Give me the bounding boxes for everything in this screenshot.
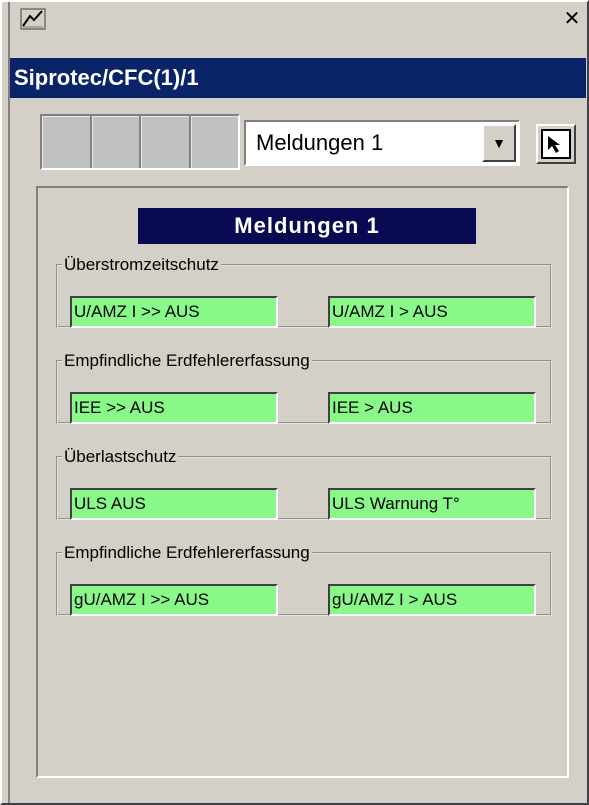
segment-button-group [40,114,240,170]
group-empfindliche-erdfehlererfassung: Empfindliche Erdfehlererfassung IEE >> A… [56,352,552,424]
indicator-field: gU/AMZ I > AUS [328,584,536,616]
view-select-value: Meldungen 1 [256,130,384,155]
pointer-frame-icon [541,129,571,159]
indicator-field: IEE >> AUS [70,392,278,424]
application-window: ✕ Siprotec/CFC(1)/1 Meldungen 1 ▼ Meldun… [0,0,589,805]
messages-view: Meldungen 1 Überstromzeitschutz U/AMZ I … [36,186,569,778]
indicator-field: ULS Warnung T° [328,488,536,520]
group-label: Empfindliche Erdfehlererfassung [64,543,310,562]
indicator-field: ULS AUS [70,488,278,520]
indicator-field: U/AMZ I >> AUS [70,296,278,328]
indicator-field: gU/AMZ I >> AUS [70,584,278,616]
segment-button-4[interactable] [190,116,238,168]
group-ueberstromzeitschutz: Überstromzeitschutz U/AMZ I >> AUS U/AMZ… [56,256,552,328]
group-label: Überstromzeitschutz [64,255,219,274]
close-icon[interactable]: ✕ [561,8,583,30]
segment-button-2[interactable] [91,116,141,168]
select-view-button[interactable] [536,124,576,164]
group-ueberlastschutz: Überlastschutz ULS AUS ULS Warnung T° [56,448,552,520]
window-left-frame [2,2,10,803]
indicator-field: IEE > AUS [328,392,536,424]
segment-button-3[interactable] [141,116,191,168]
group-label: Empfindliche Erdfehlererfassung [64,351,310,370]
segment-button-1[interactable] [42,116,92,168]
group-label: Überlastschutz [64,447,177,466]
app-icon [20,8,46,30]
view-select[interactable]: Meldungen 1 ▼ [244,120,520,166]
view-title: Meldungen 1 [138,208,476,244]
indicator-field: U/AMZ I > AUS [328,296,536,328]
group-empfindliche-erdfehlererfassung-2: Empfindliche Erdfehlererfassung gU/AMZ I… [56,544,552,616]
panel-title: Siprotec/CFC(1)/1 [10,58,586,98]
chevron-down-icon[interactable]: ▼ [482,124,516,162]
window-titlebar[interactable]: ✕ [10,4,583,32]
